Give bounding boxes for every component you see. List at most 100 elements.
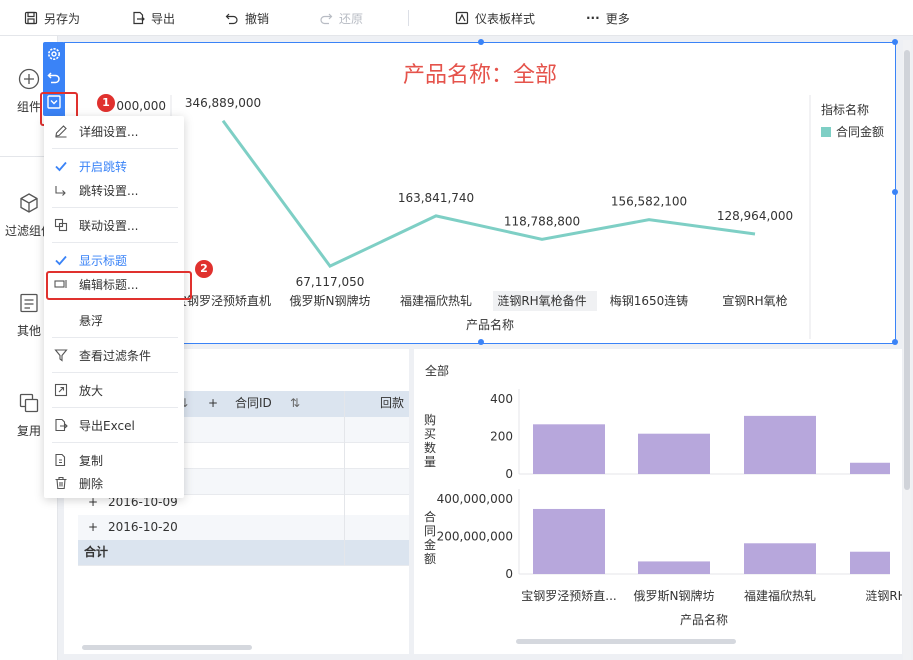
menu-item-label: 显示标题 xyxy=(79,253,128,268)
step-badge-2: 2 xyxy=(195,260,213,278)
bar-chart-scrollbar[interactable] xyxy=(516,639,736,644)
x-tick-label: 梅钢1650连铸 xyxy=(610,293,689,308)
table-row: + 2016-10-20 xyxy=(78,515,409,541)
menu-item-show-title[interactable]: 显示标题 xyxy=(44,249,184,271)
check-icon xyxy=(55,255,67,266)
menu-item-label: 导出Excel xyxy=(79,418,135,433)
copy-icon xyxy=(19,393,39,413)
menu-divider xyxy=(52,407,178,408)
export-excel-icon xyxy=(55,418,68,432)
edit-icon xyxy=(55,125,67,138)
more-dots-icon: ··· xyxy=(586,11,600,25)
table-total-row: 合计 xyxy=(78,540,409,566)
bar-amount xyxy=(533,508,605,574)
menu-item-jump-settings[interactable]: 跳转设置... xyxy=(44,179,184,201)
total-label: 合计 xyxy=(84,545,109,559)
export-button[interactable]: 导出 xyxy=(131,0,175,36)
menu-divider xyxy=(52,242,178,243)
menu-item-copy[interactable]: 复制 xyxy=(44,449,184,471)
bar-quantity xyxy=(744,415,816,474)
menu-item-detail-settings[interactable]: 详细设置... xyxy=(44,120,184,142)
dashboard-style-button[interactable]: 仪表板样式 xyxy=(455,0,535,36)
bar-quantity xyxy=(533,424,605,474)
gear-icon xyxy=(48,48,60,60)
menu-item-label: 悬浮 xyxy=(79,313,104,328)
page-scrollbar-thumb[interactable] xyxy=(904,50,910,490)
resize-handle-top-right[interactable] xyxy=(892,39,898,45)
export-label: 导出 xyxy=(151,11,176,26)
axis-title-char: 数 xyxy=(424,440,436,455)
header-sort-icon[interactable]: ⇅ xyxy=(290,391,300,416)
more-button[interactable]: ··· 更多 xyxy=(586,0,630,36)
save-as-button[interactable]: 另存为 xyxy=(24,0,80,36)
x-tick-label: 俄罗斯N钢牌坊 xyxy=(634,588,715,603)
menu-item-label: 复制 xyxy=(79,453,104,468)
settings-button[interactable] xyxy=(46,46,62,62)
menu-item-zoom[interactable]: 放大 xyxy=(44,379,184,401)
undo-button[interactable]: 撤销 xyxy=(225,0,269,36)
data-label: 67,117,050 xyxy=(296,275,365,289)
resize-handle-top[interactable] xyxy=(478,39,484,45)
bar-amount xyxy=(638,561,710,574)
y1-tick-label: 200 xyxy=(490,430,513,444)
header-expand-icon[interactable]: + xyxy=(208,391,218,416)
menu-item-view-filter[interactable]: 查看过滤条件 xyxy=(44,344,184,366)
bar-amount xyxy=(850,551,890,574)
menu-item-enable-jump[interactable]: 开启跳转 xyxy=(44,155,184,177)
link-icon xyxy=(54,218,68,232)
expand-icon xyxy=(54,383,68,397)
x-axis-title: 产品名称 xyxy=(680,612,728,627)
step-badge-1: 1 xyxy=(97,94,115,112)
menu-item-link-settings[interactable]: 联动设置... xyxy=(44,214,184,236)
menu-item-delete[interactable]: 删除 xyxy=(44,472,184,494)
save-icon xyxy=(24,11,38,25)
save-as-label: 另存为 xyxy=(44,11,81,26)
menu-divider xyxy=(52,207,178,208)
x-tick-label: 涟钢RH xyxy=(865,588,902,603)
widget-context-menu: 详细设置... 开启跳转 跳转设置... 联动设置... 显示标题 编辑标题..… xyxy=(44,116,184,498)
bar-chart-widget[interactable]: 全部 产品名称 购买数量合同金额 400 200 0 400,000,000 200,00… xyxy=(414,349,902,654)
x-tick-label: 福建福欣热轧 xyxy=(400,293,472,308)
resize-handle-bottom-right[interactable] xyxy=(892,339,898,345)
menu-item-label: 查看过滤条件 xyxy=(79,348,152,363)
table-scrollbar[interactable] xyxy=(82,645,252,650)
y1-tick-label: 400 xyxy=(490,392,513,406)
dashboard-style-label: 仪表板样式 xyxy=(475,11,536,26)
header-col-payment: 回款 xyxy=(380,396,405,410)
x-axis-title: 产品名称 xyxy=(466,317,514,332)
bar-quantity xyxy=(850,462,890,474)
document-icon xyxy=(20,293,38,313)
resize-handle-right[interactable] xyxy=(892,189,898,195)
resize-handle-bottom[interactable] xyxy=(478,339,484,345)
menu-item-label: 删除 xyxy=(79,476,104,491)
series-line xyxy=(221,119,756,269)
redo-icon xyxy=(320,13,333,25)
highlight-box-edit-title xyxy=(46,271,192,300)
axis-title-char: 量 xyxy=(424,455,436,469)
trash-icon xyxy=(55,476,67,490)
data-label: 128,964,000 xyxy=(717,209,793,223)
undo-icon xyxy=(47,72,60,84)
menu-item-export-excel[interactable]: 导出Excel xyxy=(44,414,184,436)
column-divider xyxy=(344,391,345,565)
more-label: 更多 xyxy=(605,11,630,26)
menu-item-label: 联动设置... xyxy=(79,218,139,233)
x-tick-label: 宣钢RH氧枪 xyxy=(722,293,787,308)
check-icon xyxy=(55,161,67,172)
page-scrollbar[interactable] xyxy=(903,40,911,660)
y-tick-label: 000,000 xyxy=(116,99,166,113)
menu-divider xyxy=(52,337,178,338)
top-toolbar: 另存为 导出 撤销 还原 仪表板样式 ··· 更多 xyxy=(0,0,913,36)
undo-widget-button[interactable] xyxy=(46,70,62,86)
menu-divider xyxy=(52,442,178,443)
data-label: 118,788,800 xyxy=(504,214,580,228)
axis-title-char: 同 xyxy=(424,524,436,538)
menu-item-float[interactable]: 悬浮 xyxy=(44,309,184,331)
filter-icon xyxy=(54,349,68,362)
redo-button[interactable]: 还原 xyxy=(319,0,363,36)
row-expand-icon[interactable]: + xyxy=(88,515,98,540)
row-date: 2016-10-20 xyxy=(108,520,178,534)
export-icon xyxy=(133,11,145,25)
bar-amount xyxy=(744,543,816,574)
cube-icon xyxy=(20,193,38,213)
